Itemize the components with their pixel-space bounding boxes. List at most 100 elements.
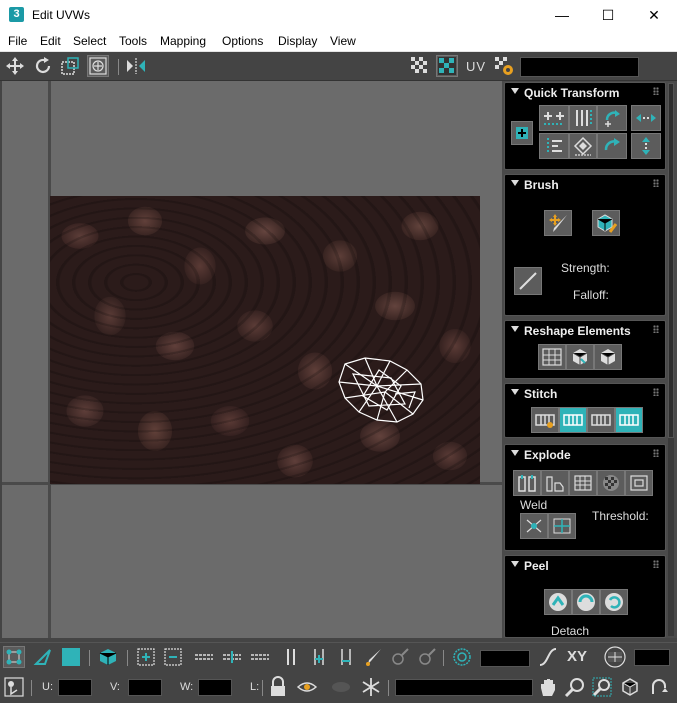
unhide-icon[interactable] <box>330 676 352 698</box>
brush-header[interactable]: Brush <box>505 175 665 193</box>
pan-hand-icon[interactable] <box>537 676 559 698</box>
drag-grip-icon[interactable] <box>653 87 659 95</box>
menu-view[interactable]: View <box>330 34 356 48</box>
uv-viewport[interactable] <box>2 81 502 638</box>
vertex-select-icon[interactable] <box>3 646 25 668</box>
selection-set-dropdown[interactable] <box>395 679 533 696</box>
paint-select-shrink-icon[interactable] <box>416 646 438 668</box>
rotate-icon[interactable] <box>32 55 54 77</box>
minimize-button[interactable]: — <box>539 0 585 30</box>
straighten-selection-icon[interactable] <box>538 344 566 370</box>
freeform-icon[interactable] <box>87 55 109 77</box>
menu-edit[interactable]: Edit <box>40 34 61 48</box>
menu-file[interactable]: File <box>8 34 27 48</box>
weld-target-icon[interactable] <box>548 513 576 539</box>
straighten-icon[interactable] <box>569 133 597 159</box>
freeze-icon[interactable] <box>360 676 382 698</box>
peel-mode-icon[interactable] <box>572 589 600 615</box>
element-select-icon[interactable] <box>97 646 119 668</box>
stitch-header[interactable]: Stitch <box>505 384 665 402</box>
align-left-icon[interactable] <box>539 133 569 159</box>
relax-brush-icon[interactable] <box>592 210 620 236</box>
zoom-icon[interactable] <box>564 676 586 698</box>
drag-grip-icon[interactable] <box>653 560 659 568</box>
align-horizontal-icon[interactable] <box>539 105 569 131</box>
xy-space-label[interactable]: XY <box>567 648 587 665</box>
flatten-by-material-icon[interactable] <box>625 470 653 496</box>
side-panel-scrollbar[interactable] <box>668 83 674 636</box>
falloff-input[interactable] <box>480 650 530 667</box>
texel-ratio-input[interactable] <box>634 649 670 666</box>
drag-grip-icon[interactable] <box>653 325 659 333</box>
mirror-icon[interactable] <box>125 55 147 77</box>
edge-select-icon[interactable] <box>32 646 54 668</box>
flatten-by-smoothing-icon[interactable] <box>597 470 625 496</box>
menu-mapping[interactable]: Mapping <box>160 34 206 48</box>
u-input[interactable] <box>58 679 92 696</box>
menu-tools[interactable]: Tools <box>119 34 147 48</box>
stitch-average-icon[interactable] <box>587 407 615 433</box>
texture-map-icon[interactable] <box>436 55 458 77</box>
quick-peel-icon[interactable] <box>544 589 572 615</box>
settings-icon[interactable] <box>493 55 515 77</box>
hide-icon[interactable] <box>296 676 318 698</box>
drag-grip-icon[interactable] <box>653 388 659 396</box>
v-input[interactable] <box>128 679 162 696</box>
lock-icon[interactable] <box>267 676 289 698</box>
snap-icon[interactable] <box>648 676 670 698</box>
drag-grip-icon[interactable] <box>653 449 659 457</box>
reshape-elements-header[interactable]: Reshape Elements <box>505 321 665 339</box>
grow-selection-icon[interactable] <box>135 646 157 668</box>
align-vertical-icon[interactable] <box>569 105 597 131</box>
zoom-region-icon[interactable] <box>591 676 613 698</box>
flatten-icon[interactable] <box>594 344 622 370</box>
scrollbar-thumb[interactable] <box>668 83 674 438</box>
flatten-by-polygon-icon[interactable] <box>569 470 597 496</box>
checker-icon[interactable] <box>409 55 431 77</box>
loop-shrink-icon[interactable] <box>248 646 272 668</box>
pivot-icon[interactable] <box>511 121 533 145</box>
polygon-select-icon[interactable] <box>60 646 82 668</box>
texture-dropdown[interactable] <box>520 57 639 77</box>
explode-header[interactable]: Explode <box>505 445 665 463</box>
relax-icon[interactable] <box>566 344 594 370</box>
move-icon[interactable] <box>4 55 26 77</box>
loop-select-icon[interactable] <box>192 646 216 668</box>
uv-mesh[interactable] <box>335 356 427 426</box>
soft-selection-icon[interactable] <box>451 646 473 668</box>
brush-stroke-icon[interactable] <box>514 267 542 295</box>
peel-header[interactable]: Peel <box>505 556 665 574</box>
shrink-selection-icon[interactable] <box>162 646 184 668</box>
quick-transform-header[interactable]: Quick Transform <box>505 83 665 101</box>
ring-shrink-icon[interactable] <box>335 646 357 668</box>
explode-to-islands-icon[interactable] <box>541 470 569 496</box>
paint-select-icon[interactable] <box>362 646 384 668</box>
absolute-mode-icon[interactable] <box>3 676 25 698</box>
menu-display[interactable]: Display <box>278 34 317 48</box>
ring-grow-icon[interactable] <box>308 646 330 668</box>
space-vertical-icon[interactable] <box>631 133 661 159</box>
ring-select-icon[interactable] <box>280 646 302 668</box>
break-icon[interactable] <box>513 470 541 496</box>
loop-grow-icon[interactable] <box>220 646 244 668</box>
maximize-button[interactable]: ☐ <box>585 0 631 30</box>
close-button[interactable]: ✕ <box>631 0 677 30</box>
texel-ratio-icon[interactable] <box>602 645 628 669</box>
stitch-to-target-icon[interactable] <box>615 407 643 433</box>
falloff-curve-icon[interactable] <box>537 646 559 668</box>
space-horizontal-icon[interactable] <box>631 105 661 131</box>
drag-grip-icon[interactable] <box>653 179 659 187</box>
zoom-extents-icon[interactable] <box>619 676 641 698</box>
w-input[interactable] <box>198 679 232 696</box>
paint-move-icon[interactable] <box>544 210 572 236</box>
rotate-ccw-icon[interactable] <box>597 105 627 131</box>
rotate-cw-icon[interactable] <box>597 133 627 159</box>
weld-selected-icon[interactable] <box>520 513 548 539</box>
stitch-custom-icon[interactable] <box>531 407 559 433</box>
menu-select[interactable]: Select <box>73 34 106 48</box>
menu-options[interactable]: Options <box>222 34 263 48</box>
paint-select-enlarge-icon[interactable] <box>389 646 411 668</box>
stitch-to-source-icon[interactable] <box>559 407 587 433</box>
scale-icon[interactable] <box>59 55 81 77</box>
reset-peel-icon[interactable] <box>600 589 628 615</box>
